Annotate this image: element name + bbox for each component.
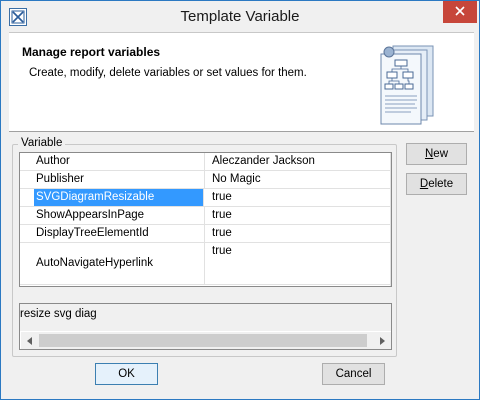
window-title: Template Variable <box>180 8 300 25</box>
variable-value-cell[interactable]: No Magic <box>212 171 261 188</box>
horizontal-scrollbar[interactable] <box>21 332 391 349</box>
ok-button-label: OK <box>118 368 135 380</box>
table-row-selected[interactable]: SVGDiagramResizable true <box>20 189 390 207</box>
variable-value-cell[interactable]: true <box>212 189 232 206</box>
variable-group-legend: Variable <box>18 137 66 149</box>
variable-name-cell[interactable]: DisplayTreeElementId <box>20 225 205 242</box>
variable-value-cell[interactable]: Aleczander Jackson <box>212 153 315 170</box>
variable-name-cell[interactable]: Publisher <box>20 171 205 188</box>
table-row[interactable]: Author Aleczander Jackson <box>20 153 390 171</box>
close-button[interactable] <box>443 1 477 23</box>
delete-button-label: elete <box>428 178 454 190</box>
header-subtitle: Create, modify, delete variables or set … <box>29 67 307 79</box>
new-button-mnemonic: N <box>424 148 434 160</box>
delete-button-mnemonic: D <box>419 178 429 190</box>
cancel-button[interactable]: Cancel <box>322 363 385 385</box>
scroll-left-icon[interactable] <box>21 332 38 349</box>
description-text: resize svg diag <box>20 308 97 320</box>
description-box[interactable]: resize svg diag <box>19 303 392 350</box>
variables-table[interactable]: Author Aleczander Jackson Publisher No M… <box>19 152 392 287</box>
table-row[interactable]: Publisher No Magic <box>20 171 390 189</box>
table-row[interactable]: ShowAppearsInPage true <box>20 207 390 225</box>
table-row[interactable]: AutoNavigateHyperlink true <box>20 243 390 285</box>
new-button[interactable]: New <box>406 143 467 165</box>
cancel-button-label: Cancel <box>335 368 372 380</box>
variable-name-cell[interactable]: ShowAppearsInPage <box>20 207 205 224</box>
variable-name-cell[interactable]: Author <box>20 153 205 170</box>
scrollbar-thumb[interactable] <box>39 334 367 347</box>
table-row[interactable]: DisplayTreeElementId true <box>20 225 390 243</box>
description-area[interactable]: resize svg diag <box>20 304 391 331</box>
header-title: Manage report variables <box>22 45 161 59</box>
table-right-border <box>390 153 391 286</box>
template-variable-dialog: Template Variable Manage report variable… <box>0 0 480 400</box>
variable-name-cell[interactable]: AutoNavigateHyperlink <box>20 243 205 284</box>
ok-button[interactable]: OK <box>95 363 158 385</box>
new-button-label: ew <box>433 148 448 160</box>
dialog-header: Manage report variables Create, modify, … <box>9 32 474 132</box>
report-documents-icon <box>377 38 437 131</box>
title-bar[interactable]: Template Variable <box>1 1 479 32</box>
variable-name-cell-selected[interactable]: SVGDiagramResizable <box>34 189 204 206</box>
delete-button[interactable]: Delete <box>406 173 467 195</box>
variable-value-cell[interactable]: true <box>212 243 232 284</box>
scroll-right-icon[interactable] <box>373 332 390 349</box>
variable-value-cell[interactable]: true <box>212 207 232 224</box>
close-icon <box>455 5 465 19</box>
variable-value-cell[interactable]: true <box>212 225 232 242</box>
